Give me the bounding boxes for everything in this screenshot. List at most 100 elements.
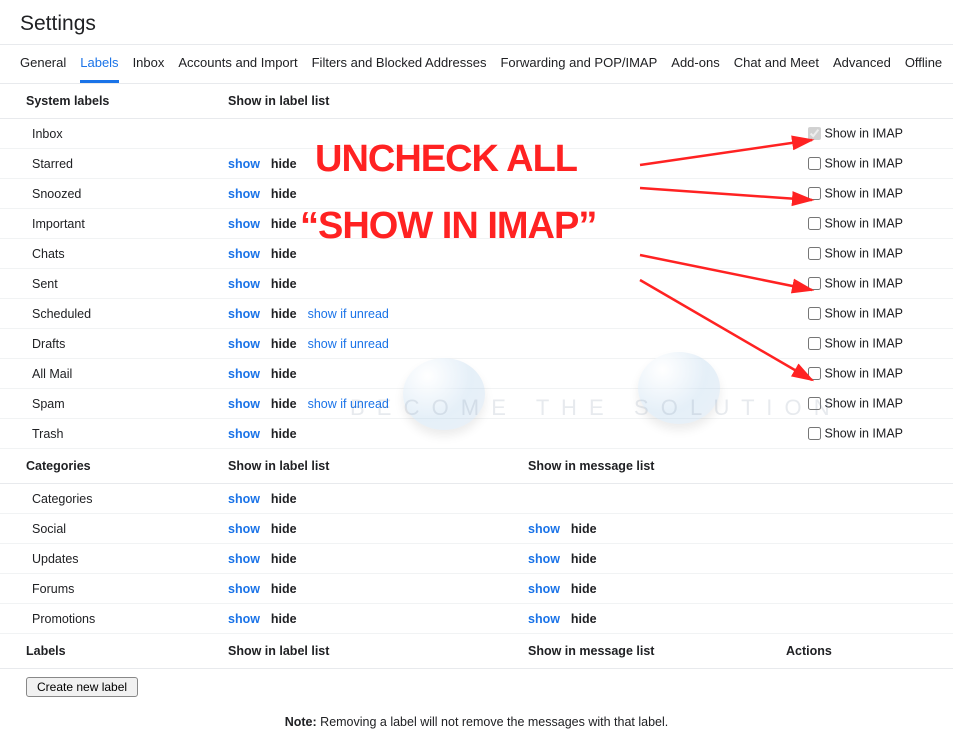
label-name: Drafts: [26, 337, 228, 351]
categories-header: Categories Show in label list Show in me…: [0, 449, 953, 484]
show-in-imap-label: Show in IMAP: [824, 337, 903, 351]
show-in-imap-checkbox[interactable]: [808, 277, 821, 290]
show-link[interactable]: show: [228, 492, 260, 506]
hide-link[interactable]: hide: [271, 582, 297, 596]
show-link[interactable]: show: [228, 337, 260, 351]
category-name: Promotions: [26, 612, 228, 626]
hide-link[interactable]: hide: [571, 552, 597, 566]
show-link[interactable]: show: [228, 307, 260, 321]
tab-add-ons[interactable]: Add-ons: [671, 45, 719, 83]
hide-link[interactable]: hide: [271, 187, 297, 201]
system-label-row: All Mailshow hideShow in IMAP: [0, 359, 953, 389]
tab-accounts-and-import[interactable]: Accounts and Import: [178, 45, 297, 83]
show-in-imap-checkbox[interactable]: [808, 247, 821, 260]
hide-link[interactable]: hide: [571, 522, 597, 536]
system-label-row: Chatsshow hide Show in IMAP: [0, 239, 953, 269]
show-in-imap-checkbox[interactable]: [808, 307, 821, 320]
label-name: Chats: [26, 247, 228, 261]
show-in-imap-checkbox[interactable]: [808, 367, 821, 380]
category-row: Promotionsshow hideshow hide: [0, 604, 953, 634]
show-link[interactable]: show: [228, 277, 260, 291]
show-in-imap-checkbox[interactable]: [808, 337, 821, 350]
show-link[interactable]: show: [528, 582, 560, 596]
header-show-label-list-2: Show in label list: [228, 459, 528, 473]
tab-general[interactable]: General: [20, 45, 66, 83]
hide-link[interactable]: hide: [271, 277, 297, 291]
note-bold: Note:: [285, 715, 317, 729]
header-show-label-list-3: Show in label list: [228, 644, 528, 658]
system-label-row: Sentshow hideShow in IMAP: [0, 269, 953, 299]
header-show-message-list-2: Show in message list: [528, 644, 786, 658]
show-link[interactable]: show: [228, 522, 260, 536]
show-link[interactable]: show: [228, 187, 260, 201]
show-link[interactable]: show: [228, 367, 260, 381]
show-link[interactable]: show: [228, 552, 260, 566]
show-in-imap-checkbox[interactable]: [808, 187, 821, 200]
hide-link[interactable]: hide: [271, 367, 297, 381]
system-label-row: Spamshow hide show if unread Show in IMAP: [0, 389, 953, 419]
tabs-bar: General Labels Inbox Accounts and Import Fil…: [0, 44, 953, 84]
tab-inbox[interactable]: Inbox: [133, 45, 165, 83]
labels-header: Labels Show in label list Show in messag…: [0, 634, 953, 669]
label-name: All Mail: [26, 367, 228, 381]
header-labels: Labels: [26, 644, 228, 658]
show-if-unread-link[interactable]: show if unread: [308, 307, 389, 321]
header-system-labels: System labels: [26, 94, 228, 108]
show-in-imap-label: Show in IMAP: [824, 277, 903, 291]
hide-link[interactable]: hide: [571, 582, 597, 596]
hide-link[interactable]: hide: [271, 612, 297, 626]
system-label-row: Starredshow hideShow in IMAP: [0, 149, 953, 179]
tab-labels[interactable]: Labels: [80, 45, 118, 83]
show-in-imap-checkbox[interactable]: [808, 427, 821, 440]
hide-link[interactable]: hide: [271, 247, 297, 261]
show-link[interactable]: show: [228, 427, 260, 441]
show-in-imap-label: Show in IMAP: [824, 127, 903, 141]
show-link[interactable]: show: [228, 217, 260, 231]
tab-advanced[interactable]: Advanced: [833, 45, 891, 83]
show-link[interactable]: show: [228, 247, 260, 261]
show-in-imap-label: Show in IMAP: [824, 217, 903, 231]
show-link[interactable]: show: [528, 522, 560, 536]
create-new-label-button[interactable]: Create new label: [26, 677, 138, 697]
tab-chat-and-meet[interactable]: Chat and Meet: [734, 45, 819, 83]
show-if-unread-link[interactable]: show if unread: [308, 397, 389, 411]
label-name: Spam: [26, 397, 228, 411]
system-label-row: Trashshow hide Show in IMAP: [0, 419, 953, 449]
hide-link[interactable]: hide: [271, 307, 297, 321]
category-row: Updatesshow hideshow hide: [0, 544, 953, 574]
hide-link[interactable]: hide: [271, 522, 297, 536]
note-text: Note: Removing a label will not remove t…: [0, 697, 953, 743]
show-link[interactable]: show: [528, 612, 560, 626]
hide-link[interactable]: hide: [571, 612, 597, 626]
label-name: Trash: [26, 427, 228, 441]
hide-link[interactable]: hide: [271, 492, 297, 506]
tab-filters-and-blocked-addresses[interactable]: Filters and Blocked Addresses: [312, 45, 487, 83]
show-in-imap-checkbox[interactable]: [808, 157, 821, 170]
hide-link[interactable]: hide: [271, 337, 297, 351]
show-link[interactable]: show: [228, 612, 260, 626]
show-link[interactable]: show: [228, 157, 260, 171]
hide-link[interactable]: hide: [271, 397, 297, 411]
show-in-imap-label: Show in IMAP: [824, 427, 903, 441]
tab-offline[interactable]: Offline: [905, 45, 942, 83]
hide-link[interactable]: hide: [271, 217, 297, 231]
show-link[interactable]: show: [528, 552, 560, 566]
show-in-imap-label: Show in IMAP: [824, 397, 903, 411]
hide-link[interactable]: hide: [271, 552, 297, 566]
tab-forwarding-and-pop-imap[interactable]: Forwarding and POP/IMAP: [500, 45, 657, 83]
show-link[interactable]: show: [228, 397, 260, 411]
show-in-imap-label: Show in IMAP: [824, 187, 903, 201]
label-name: Snoozed: [26, 187, 228, 201]
system-label-row: Scheduledshow hide show if unreadShow in…: [0, 299, 953, 329]
show-link[interactable]: show: [228, 582, 260, 596]
show-in-imap-label: Show in IMAP: [824, 247, 903, 261]
hide-link[interactable]: hide: [271, 427, 297, 441]
category-name: Categories: [26, 492, 228, 506]
category-name: Updates: [26, 552, 228, 566]
show-in-imap-checkbox[interactable]: [808, 397, 821, 410]
show-in-imap-checkbox: [808, 127, 821, 140]
show-in-imap-checkbox[interactable]: [808, 217, 821, 230]
hide-link[interactable]: hide: [271, 157, 297, 171]
label-name: Inbox: [26, 127, 228, 141]
show-if-unread-link[interactable]: show if unread: [308, 337, 389, 351]
